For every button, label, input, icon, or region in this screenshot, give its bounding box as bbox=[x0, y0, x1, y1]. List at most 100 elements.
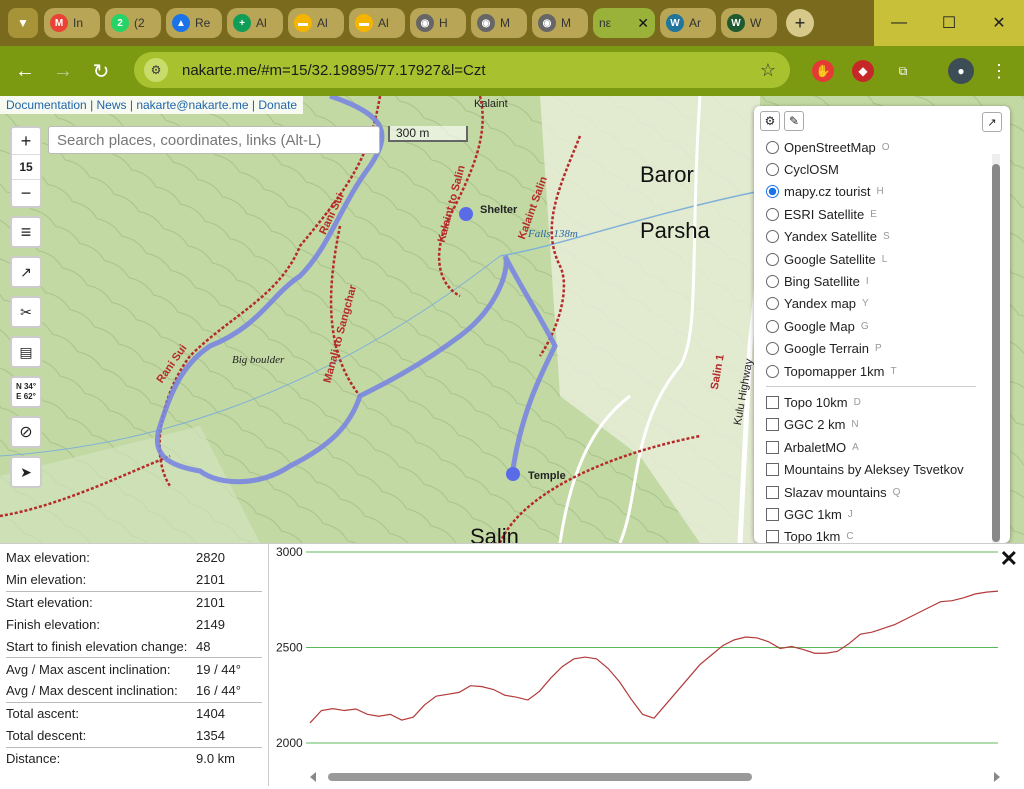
stat-row: Distance: 9.0 km bbox=[6, 746, 262, 769]
overlay-layer-option[interactable]: Slazav mountains Q bbox=[754, 481, 1010, 503]
base-layer-option[interactable]: OpenStreetMap O bbox=[754, 136, 1010, 158]
tab-search-chevron-icon[interactable]: ▼ bbox=[8, 8, 38, 38]
layer-checkbox[interactable] bbox=[766, 485, 779, 499]
new-tab-button[interactable]: + bbox=[786, 9, 814, 37]
adblock-extension-icon[interactable]: ✋ bbox=[812, 60, 834, 82]
layer-radio[interactable] bbox=[766, 342, 779, 356]
browser-tab[interactable]: 2 (2 bbox=[105, 8, 161, 38]
settings-gear-icon[interactable]: ⚙ bbox=[760, 111, 780, 131]
minimize-button[interactable]: — bbox=[874, 0, 924, 46]
base-layer-option[interactable]: Yandex map Y bbox=[754, 293, 1010, 315]
tab-title: (2 bbox=[134, 16, 145, 30]
expand-panel-icon[interactable]: ↗ bbox=[982, 112, 1002, 132]
print-icon[interactable]: ▤ bbox=[10, 336, 42, 368]
scroll-right-arrow-icon[interactable] bbox=[994, 772, 1000, 782]
profile-avatar[interactable]: ● bbox=[948, 58, 974, 84]
browser-tab[interactable]: WW bbox=[721, 8, 777, 38]
layer-radio[interactable] bbox=[766, 163, 779, 177]
layer-checkbox[interactable] bbox=[766, 395, 779, 409]
layer-radio[interactable] bbox=[766, 185, 779, 199]
browser-tab[interactable]: M In bbox=[44, 8, 100, 38]
layer-radio[interactable] bbox=[766, 207, 779, 221]
omnibox[interactable]: ⚙ nakarte.me/#m=15/32.19895/77.17927&l=C… bbox=[134, 52, 790, 88]
ruler-tool-icon[interactable]: ✂ bbox=[10, 296, 42, 328]
map-view[interactable]: Documentation | News | nakarte@nakarte.m… bbox=[0, 96, 1024, 543]
coordinates-button[interactable]: N 34° E 62° bbox=[10, 376, 42, 408]
close-tab-icon[interactable]: ✕ bbox=[637, 15, 649, 32]
forward-arrow-icon[interactable]: → bbox=[44, 52, 82, 90]
donate-link[interactable]: Donate bbox=[258, 98, 297, 112]
close-window-button[interactable]: ✕ bbox=[974, 0, 1024, 46]
layer-checkbox[interactable] bbox=[766, 530, 779, 543]
extensions-puzzle-icon[interactable]: ⧉ bbox=[892, 60, 914, 82]
edit-pencil-icon[interactable]: ✎ bbox=[784, 111, 804, 131]
scroll-left-arrow-icon[interactable] bbox=[310, 772, 316, 782]
browser-tab[interactable]: ◉ M bbox=[471, 8, 527, 38]
site-info-icon[interactable]: ⚙ bbox=[144, 58, 168, 82]
base-layer-option[interactable]: Google Satellite L bbox=[754, 248, 1010, 270]
maximize-button[interactable]: ☐ bbox=[924, 0, 974, 46]
overlay-layer-option[interactable]: Topo 1km C bbox=[754, 526, 1010, 543]
overlay-layer-option[interactable]: Mountains by Aleksey Tsvetkov bbox=[754, 458, 1010, 480]
layers-scrollbar[interactable] bbox=[992, 154, 1000, 543]
layer-checkbox[interactable] bbox=[766, 440, 779, 454]
base-layer-option[interactable]: Google Map G bbox=[754, 315, 1010, 337]
layer-checkbox[interactable] bbox=[766, 418, 779, 432]
elevation-chart[interactable]: 3000 2500 2000 ✕ bbox=[270, 544, 1024, 786]
compass-icon[interactable]: ⊘ bbox=[10, 416, 42, 448]
browser-tab[interactable]: ◉ M bbox=[532, 8, 588, 38]
layer-radio[interactable] bbox=[766, 230, 779, 244]
locate-arrow-icon[interactable]: ➤ bbox=[10, 456, 42, 488]
external-link-icon[interactable]: ↗ bbox=[10, 256, 42, 288]
shelter-marker[interactable] bbox=[459, 207, 473, 221]
base-layer-option[interactable]: Bing Satellite I bbox=[754, 270, 1010, 292]
layer-radio[interactable] bbox=[766, 297, 779, 311]
extension-icon[interactable]: ◆ bbox=[852, 60, 874, 82]
news-link[interactable]: News bbox=[97, 98, 127, 112]
layer-checkbox[interactable] bbox=[766, 463, 779, 477]
base-layer-option[interactable]: Yandex Satellite S bbox=[754, 226, 1010, 248]
layer-radio[interactable] bbox=[766, 252, 779, 266]
browser-tab[interactable]: ▲ Re bbox=[166, 8, 222, 38]
base-layer-option[interactable]: CyclOSM bbox=[754, 158, 1010, 180]
close-profile-icon[interactable]: ✕ bbox=[1000, 546, 1018, 572]
browser-tab[interactable]: W Ar bbox=[660, 8, 716, 38]
layer-name: OpenStreetMap bbox=[784, 139, 876, 155]
browser-tab[interactable]: ▬ Al bbox=[349, 8, 405, 38]
browser-menu-icon[interactable]: ⋮ bbox=[988, 60, 1010, 82]
browser-tab[interactable]: + Al bbox=[227, 8, 283, 38]
menu-hamburger-icon[interactable]: ≡ bbox=[10, 216, 42, 248]
layer-radio[interactable] bbox=[766, 319, 779, 333]
layer-radio[interactable] bbox=[766, 140, 779, 154]
temple-marker[interactable] bbox=[506, 467, 520, 481]
documentation-link[interactable]: Documentation bbox=[6, 98, 87, 112]
elevation-chart-svg[interactable]: 3000 2500 2000 bbox=[270, 544, 1024, 786]
zoom-in-button[interactable]: + bbox=[12, 128, 40, 154]
overlay-layer-option[interactable]: Topo 10km D bbox=[754, 391, 1010, 413]
overlay-layer-option[interactable]: ArbaletMO A bbox=[754, 436, 1010, 458]
overlay-layer-option[interactable]: GGC 1km J bbox=[754, 503, 1010, 525]
tab-title: M bbox=[561, 16, 571, 30]
layer-radio[interactable] bbox=[766, 275, 779, 289]
profile-scrollbar-thumb[interactable] bbox=[328, 773, 752, 781]
browser-tab[interactable]: ▬ Al bbox=[288, 8, 344, 38]
browser-tab[interactable]: nε ✕ bbox=[593, 8, 655, 38]
zoom-out-button[interactable]: − bbox=[12, 180, 40, 206]
back-arrow-icon[interactable]: ← bbox=[6, 52, 44, 90]
base-layer-option[interactable]: Google Terrain P bbox=[754, 338, 1010, 360]
layer-name: Topo 10km bbox=[784, 394, 848, 410]
layers-scrollbar-thumb[interactable] bbox=[992, 164, 1000, 542]
layer-checkbox[interactable] bbox=[766, 507, 779, 521]
profile-scrollbar[interactable] bbox=[310, 772, 1000, 782]
reload-icon[interactable]: ↻ bbox=[82, 52, 120, 90]
overlay-layer-option[interactable]: GGC 2 km N bbox=[754, 414, 1010, 436]
base-layer-option[interactable]: ESRI Satellite E bbox=[754, 203, 1010, 225]
bookmark-star-icon[interactable]: ☆ bbox=[760, 60, 776, 81]
url-text[interactable]: nakarte.me/#m=15/32.19895/77.17927&l=Czt bbox=[182, 62, 486, 79]
layer-radio[interactable] bbox=[766, 364, 779, 378]
email-link[interactable]: nakarte@nakarte.me bbox=[136, 98, 248, 112]
base-layer-option[interactable]: Topomapper 1km T bbox=[754, 360, 1010, 382]
browser-tab[interactable]: ◉ H bbox=[410, 8, 466, 38]
search-input[interactable]: Search places, coordinates, links (Alt-L… bbox=[48, 126, 380, 154]
base-layer-option[interactable]: mapy.cz tourist H bbox=[754, 181, 1010, 203]
